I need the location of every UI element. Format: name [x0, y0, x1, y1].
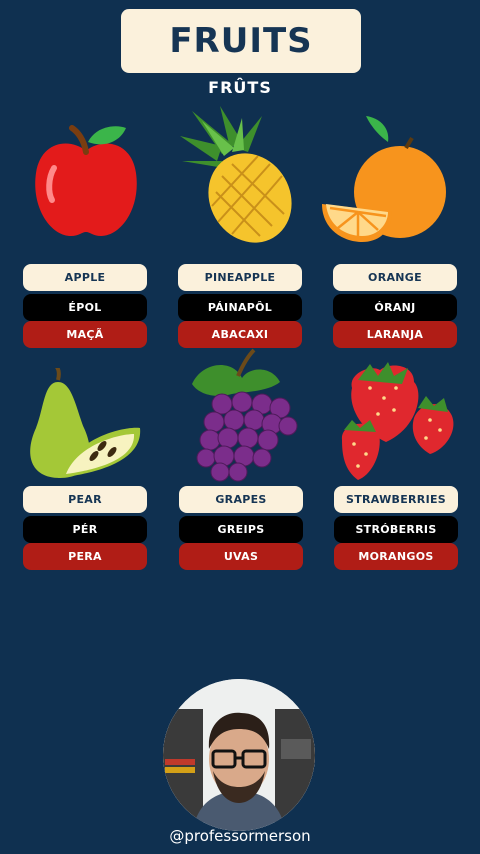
apple-english-label: APPLE — [23, 264, 147, 291]
pear-portuguese-label: PERA — [23, 543, 147, 570]
grapes-pronunciation-label: GREIPS — [179, 516, 303, 543]
pear-pronunciation-label: PÉR — [23, 516, 147, 543]
presenter-handle: @professormerson — [169, 827, 311, 845]
apple-pronunciation-label: ÉPOL — [23, 294, 147, 321]
strawberries-english-label: STRAWBERRIES — [334, 486, 458, 513]
pineapple-english-label: PINEAPPLE — [178, 264, 302, 291]
orange-portuguese-label: LARANJA — [333, 321, 457, 348]
pear-english-label: PEAR — [23, 486, 147, 513]
apple-icon — [16, 118, 156, 258]
grapes-icon — [172, 348, 312, 488]
pineapple-pronunciation-label: PÁINAPÔL — [178, 294, 302, 321]
orange-icon — [318, 112, 458, 252]
strawberries-portuguese-label: MORANGOS — [334, 543, 458, 570]
orange-english-label: ORANGE — [333, 264, 457, 291]
strawberries-pronunciation-label: STRÓBERRIS — [334, 516, 458, 543]
page-title: FRUITS — [169, 21, 313, 61]
page-subtitle: FRÛTS — [208, 78, 272, 97]
pineapple-icon — [172, 106, 312, 246]
orange-pronunciation-label: ÓRANJ — [333, 294, 457, 321]
pineapple-portuguese-label: ABACAXI — [178, 321, 302, 348]
presenter-avatar — [163, 679, 315, 831]
grapes-english-label: GRAPES — [179, 486, 303, 513]
apple-portuguese-label: MAÇÃ — [23, 321, 147, 348]
strawberry-icon — [330, 358, 470, 498]
grapes-portuguese-label: UVAS — [179, 543, 303, 570]
title-banner: FRUITS — [121, 9, 361, 73]
